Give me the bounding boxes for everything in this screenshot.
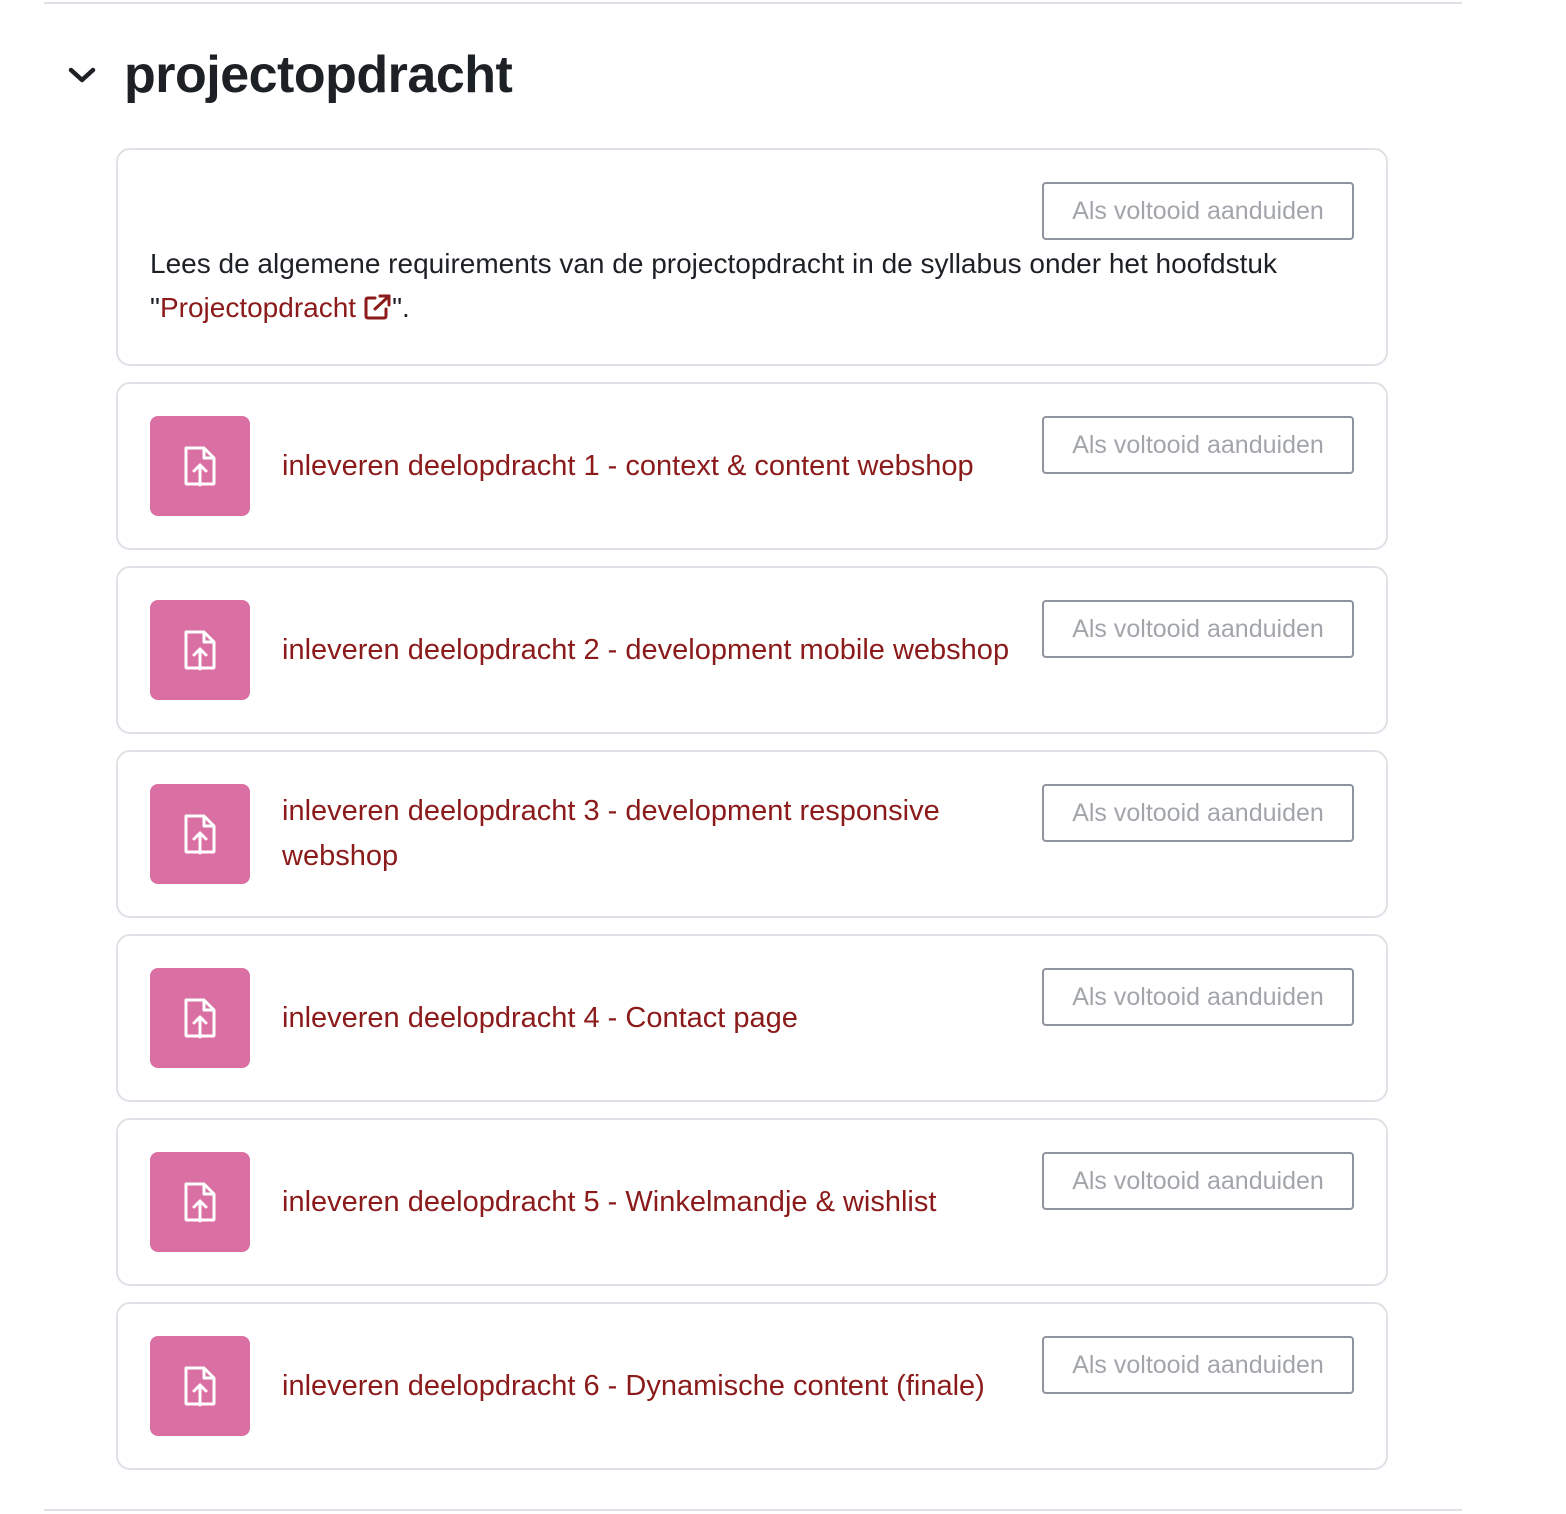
activity-link[interactable]: inleveren deelopdracht 6 - Dynamische co…: [282, 1336, 1032, 1436]
assignment-upload-icon[interactable]: [150, 1336, 250, 1436]
assignment-upload-icon[interactable]: [150, 1152, 250, 1252]
intro-description: Lees de algemene requirements van de pro…: [150, 242, 1300, 333]
syllabus-link-label: Projectopdracht: [159, 292, 357, 323]
activity-link[interactable]: inleveren deelopdracht 2 - development m…: [282, 600, 1032, 700]
section-divider-top: [44, 2, 1462, 4]
assignment-upload-icon[interactable]: [150, 416, 250, 516]
intro-card: Als voltooid aanduiden Lees de algemene …: [116, 148, 1388, 366]
mark-complete-button[interactable]: Als voltooid aanduiden: [1042, 416, 1354, 474]
assignment-upload-icon[interactable]: [150, 968, 250, 1068]
mark-complete-button[interactable]: Als voltooid aanduiden: [1042, 1336, 1354, 1394]
activity-card: inleveren deelopdracht 6 - Dynamische co…: [116, 1302, 1388, 1470]
intro-text-after: ".: [392, 292, 410, 323]
activity-link[interactable]: inleveren deelopdracht 5 - Winkelmandje …: [282, 1152, 1032, 1252]
activity-link[interactable]: inleveren deelopdracht 3 - development r…: [282, 784, 1032, 884]
mark-complete-button[interactable]: Als voltooid aanduiden: [1042, 784, 1354, 842]
section-title: projectopdracht: [124, 46, 513, 104]
chevron-down-icon[interactable]: [60, 53, 104, 97]
activity-card: inleveren deelopdracht 2 - development m…: [116, 566, 1388, 734]
external-link-icon: [364, 289, 392, 333]
mark-complete-button[interactable]: Als voltooid aanduiden: [1042, 182, 1354, 240]
activity-card: inleveren deelopdracht 5 - Winkelmandje …: [116, 1118, 1388, 1286]
activity-card: inleveren deelopdracht 3 - development r…: [116, 750, 1388, 918]
section-divider-bottom: [44, 1509, 1462, 1511]
assignment-upload-icon[interactable]: [150, 600, 250, 700]
mark-complete-button[interactable]: Als voltooid aanduiden: [1042, 968, 1354, 1026]
activity-card: inleveren deelopdracht 1 - context & con…: [116, 382, 1388, 550]
activity-link[interactable]: inleveren deelopdracht 4 - Contact page: [282, 968, 1032, 1068]
activity-link[interactable]: inleveren deelopdracht 1 - context & con…: [282, 416, 1032, 516]
activity-card: inleveren deelopdracht 4 - Contact page …: [116, 934, 1388, 1102]
mark-complete-button[interactable]: Als voltooid aanduiden: [1042, 1152, 1354, 1210]
assignment-upload-icon[interactable]: [150, 784, 250, 884]
mark-complete-button[interactable]: Als voltooid aanduiden: [1042, 600, 1354, 658]
section-header: projectopdracht: [60, 40, 513, 110]
syllabus-link[interactable]: Projectopdracht: [160, 292, 392, 323]
